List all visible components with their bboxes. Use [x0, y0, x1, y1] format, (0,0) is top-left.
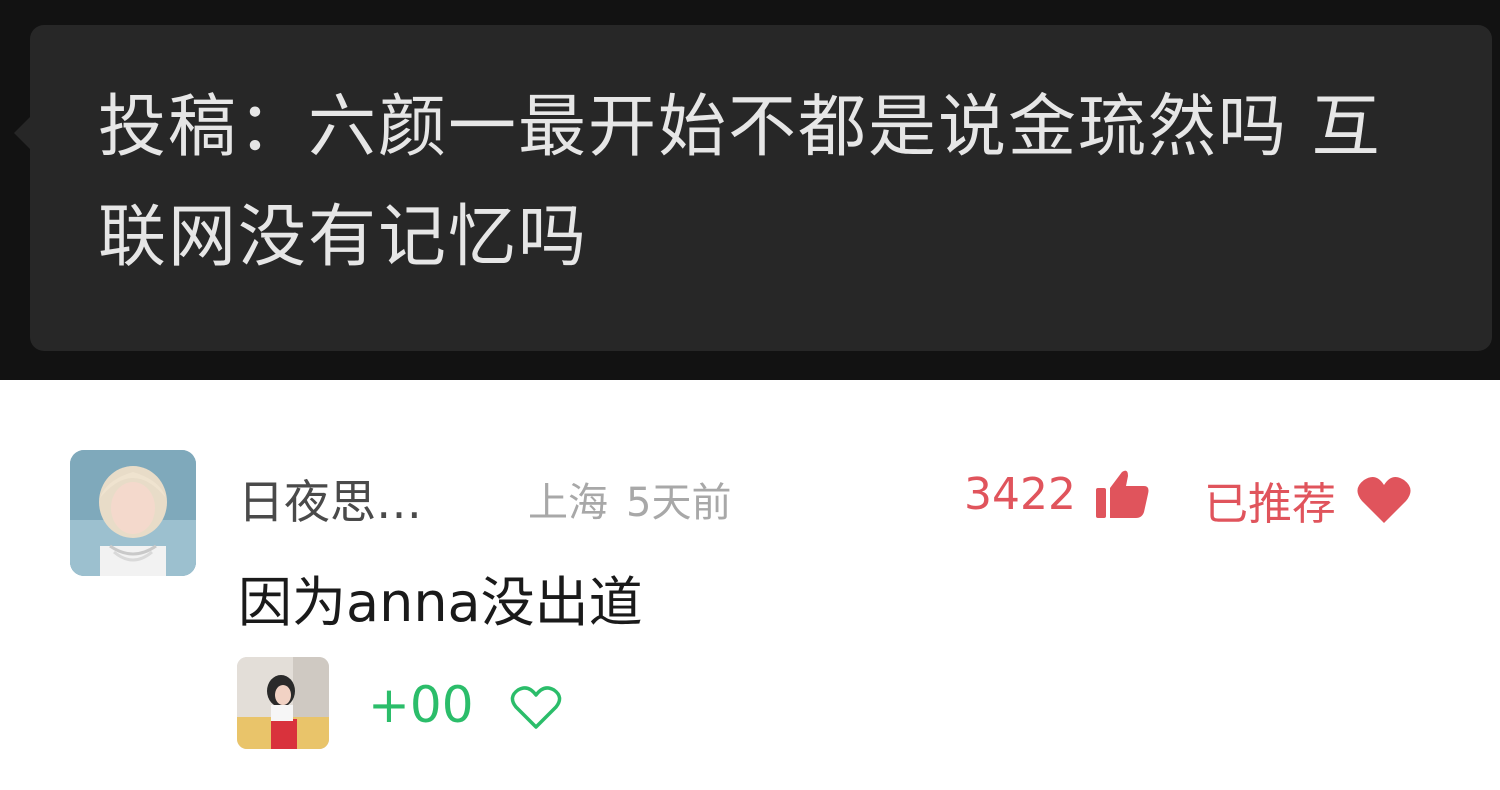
- bubble-tail: [14, 117, 30, 149]
- comment-meta: 上海 5天前: [528, 470, 749, 528]
- recommend-label: 已推荐: [1204, 479, 1336, 530]
- comment-item: 日夜思… 上海 5天前 3422 已推荐 因为anna没出道 +00: [0, 380, 1500, 790]
- username[interactable]: 日夜思…: [238, 466, 422, 532]
- reaction-count: +00: [368, 676, 474, 734]
- thumbs-up-icon: [1095, 470, 1149, 518]
- heart-outline-icon[interactable]: [510, 684, 562, 730]
- post-text: 投稿：六颜一最开始不都是说金琉然吗 互联网没有记忆吗: [98, 88, 1382, 277]
- reaction-avatar-image: [237, 657, 329, 749]
- comment-text: 因为anna没出道: [238, 571, 643, 634]
- avatar-image: [70, 450, 196, 576]
- like-count: 3422: [964, 468, 1076, 520]
- recommend-button[interactable]: 已推荐: [1204, 468, 1412, 532]
- location: 上海: [528, 480, 608, 526]
- post-bubble: 投稿：六颜一最开始不都是说金琉然吗 互联网没有记忆吗: [14, 25, 1492, 351]
- reaction-avatar[interactable]: [237, 657, 329, 749]
- like-button[interactable]: 3422: [964, 468, 1150, 520]
- avatar[interactable]: [70, 450, 196, 576]
- post-area: 投稿：六颜一最开始不都是说金琉然吗 互联网没有记忆吗: [0, 0, 1500, 380]
- heart-icon: [1357, 476, 1411, 523]
- timestamp: 5天前: [626, 480, 732, 526]
